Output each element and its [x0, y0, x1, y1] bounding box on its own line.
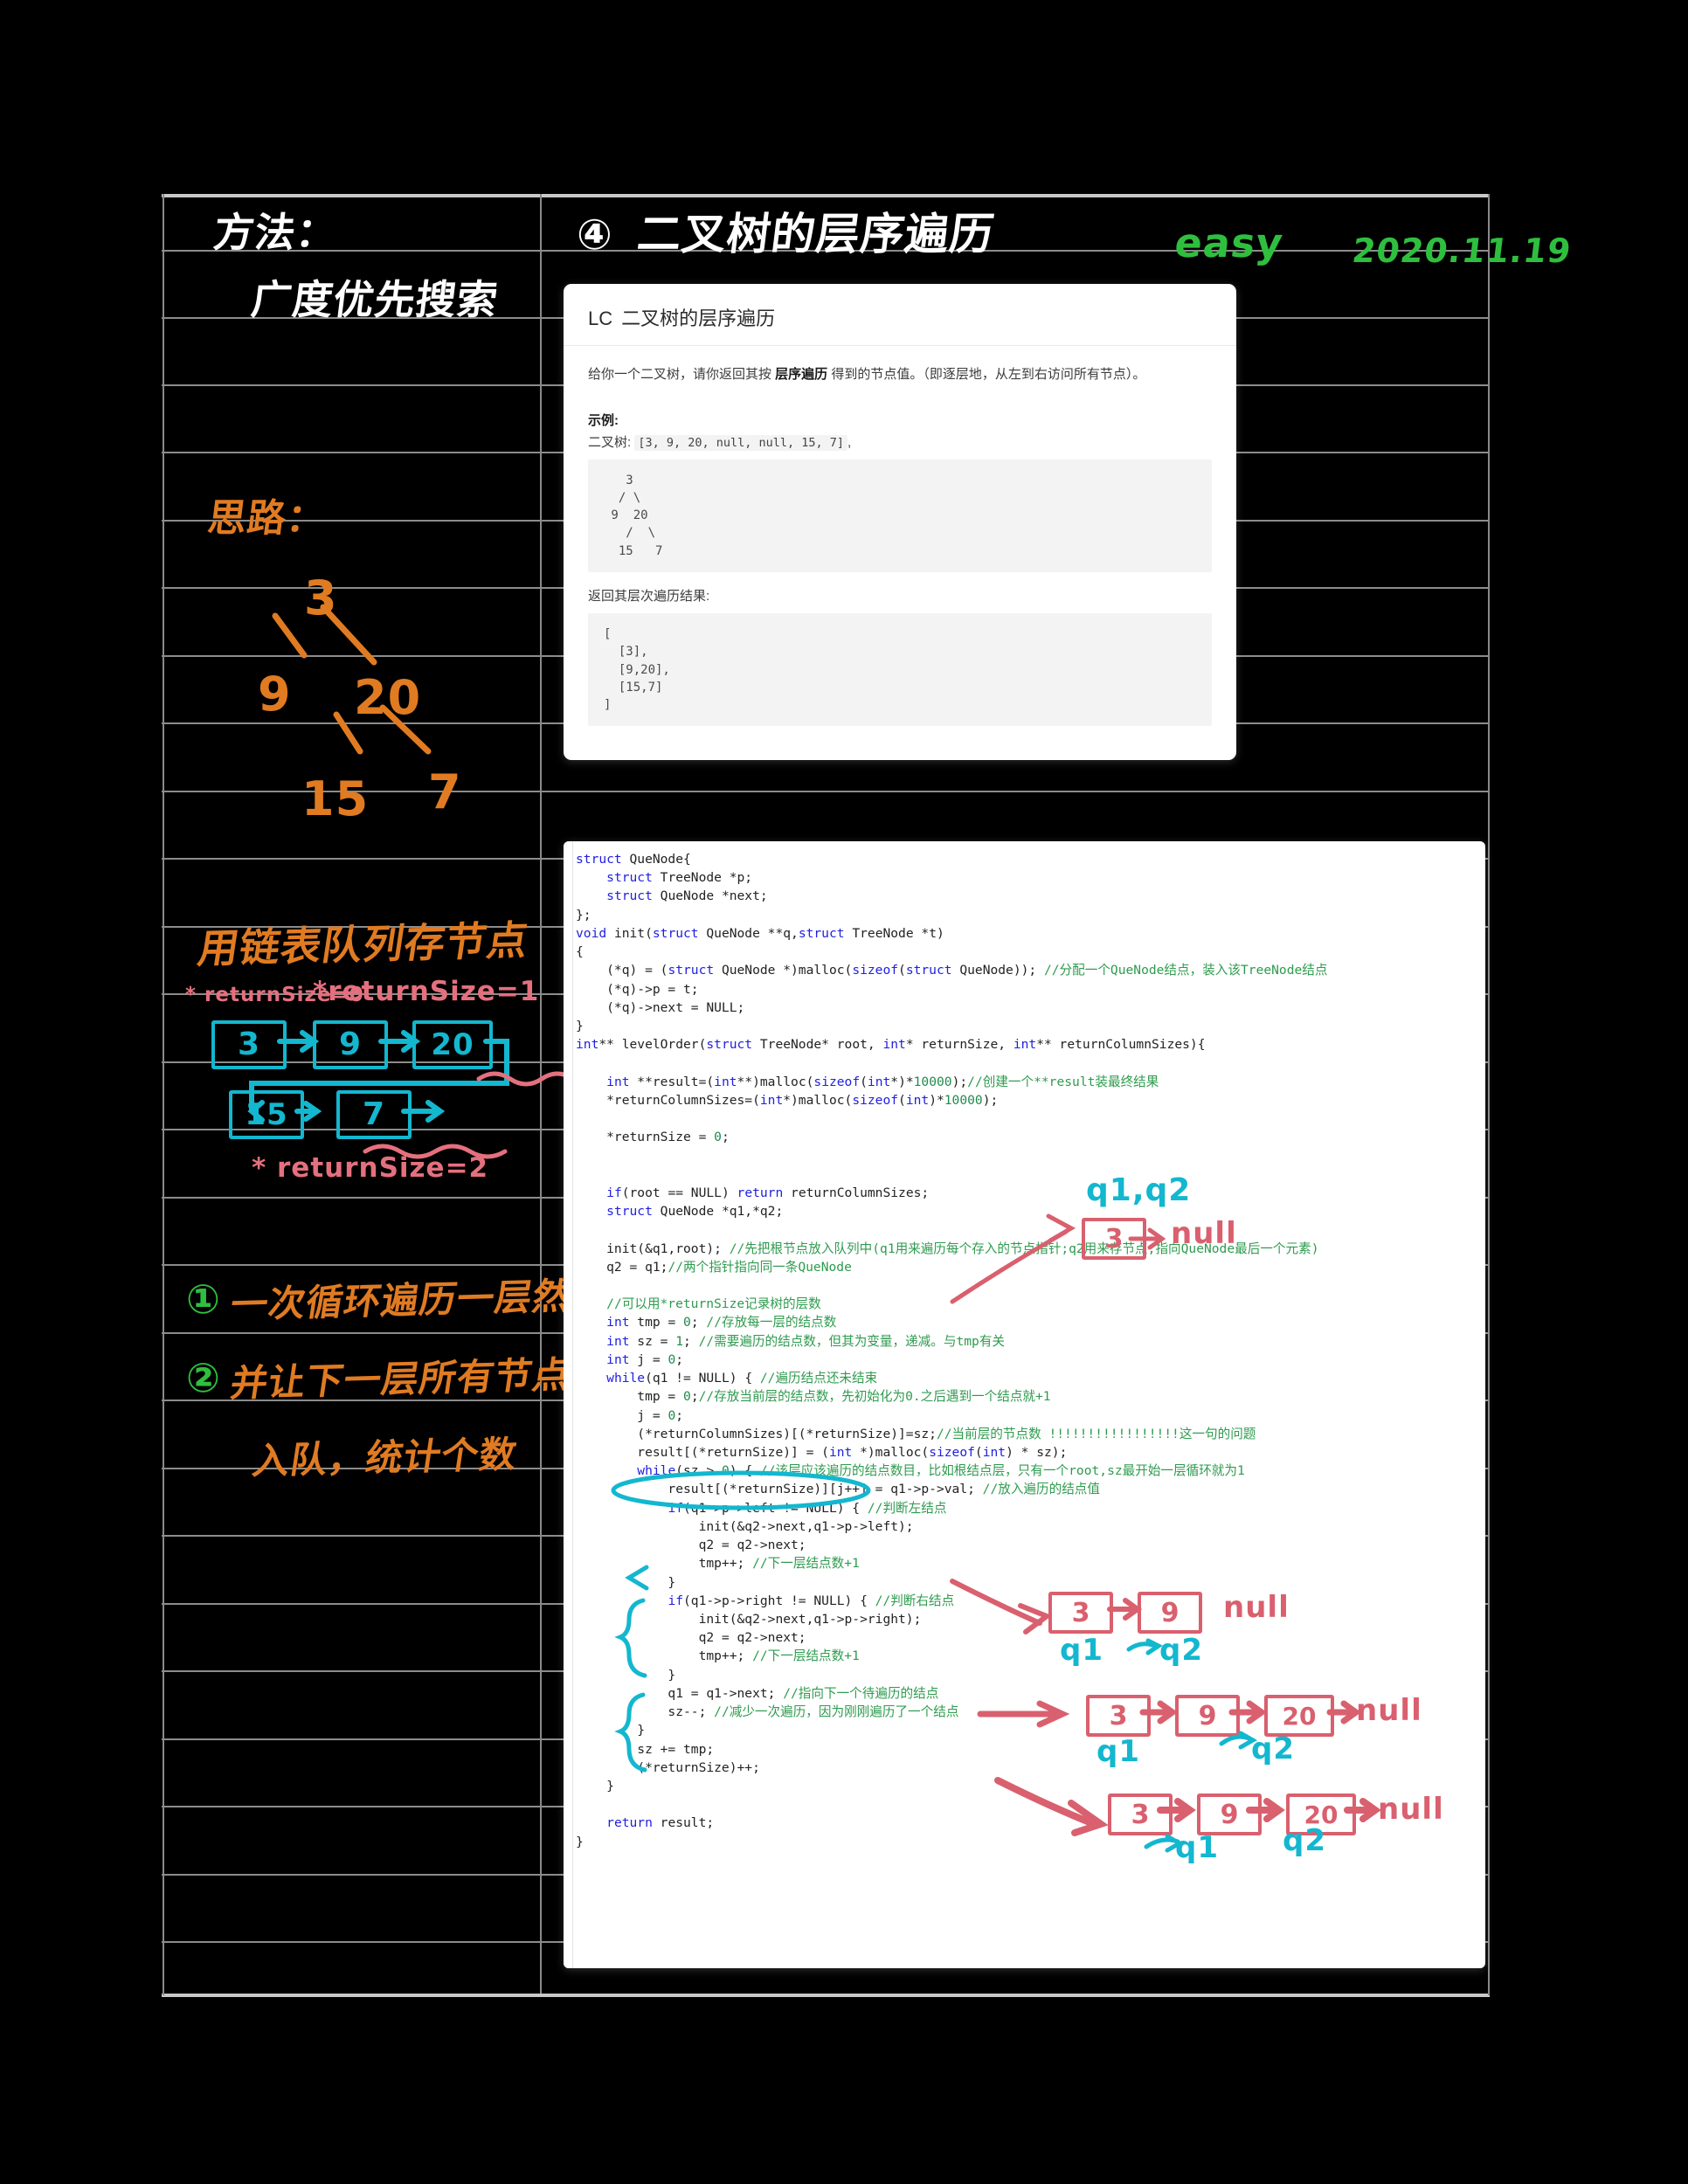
queue-node-20: 20 — [412, 1020, 493, 1069]
rule-line — [162, 194, 1490, 197]
annotation-3-node-20: 20 — [1264, 1695, 1334, 1737]
result-ascii-block: [ [3], [9,20], [15,7] ] — [588, 612, 1212, 727]
leetcode-problem-card: LC 二叉树的层序遍历 给你一个二叉树，请你返回其按 层序遍历 得到的节点值。（即… — [564, 284, 1236, 760]
tree-node-root: 3 — [304, 570, 338, 625]
annotation-4-node-9: 9 — [1197, 1794, 1262, 1835]
queue-node-9: 9 — [313, 1020, 388, 1069]
node-value: 9 — [1160, 1597, 1180, 1628]
annotation-1-node-3: 3 — [1082, 1218, 1146, 1260]
returnsize-1-label: *returnSize=1 — [313, 976, 540, 1007]
node-value: 9 — [1220, 1799, 1239, 1830]
node-value: 20 — [1282, 1701, 1317, 1731]
annotation-3-q1: q1 — [1097, 1734, 1140, 1769]
returnsize-2-label: * returnSize=2 — [252, 1152, 489, 1184]
difficulty-badge: easy — [1172, 219, 1286, 266]
queue-node-7: 7 — [336, 1090, 412, 1139]
node-value: 9 — [1198, 1700, 1217, 1731]
card-body: 给你一个二叉树，请你返回其按 层序遍历 得到的节点值。（即逐层地，从左到右访问所… — [564, 346, 1236, 727]
page-title: 二叉树的层序遍历 — [634, 209, 998, 259]
annotation-2-node-9: 9 — [1138, 1592, 1202, 1634]
tree-array-code: [3, 9, 20, null, null, 15, 7] — [634, 434, 848, 451]
tree-node-right-right: 7 — [428, 764, 462, 819]
page-left-margin — [163, 194, 164, 1995]
queue-node-label: 20 — [431, 1027, 474, 1062]
method-value: 广度优先搜索 — [248, 276, 502, 323]
method-label: 方法： — [211, 209, 341, 256]
card-title-text: 二叉树的层序遍历 — [621, 308, 776, 329]
desc-post: 得到的节点值。（即逐层地，从左到右访问所有节点）。 — [827, 367, 1146, 382]
return-label: 返回其层次遍历结果: — [588, 588, 710, 604]
queue-note: 用链表队列存节点 — [195, 916, 532, 972]
annotation-4-q2: q2 — [1283, 1823, 1326, 1858]
tree-node-right: 20 — [354, 670, 422, 725]
example-label: 示例: — [588, 412, 619, 428]
step-2-text: 并让下一层所有节点 — [227, 1352, 574, 1406]
annotation-4-node-3: 3 — [1108, 1794, 1173, 1835]
tree-node-right-left: 15 — [301, 771, 370, 826]
tree-label: 二叉树: — [588, 434, 632, 450]
date-label: 2020.11.19 — [1350, 232, 1574, 270]
annotation-3-q2: q2 — [1251, 1731, 1295, 1766]
tree-input-line: 二叉树: [3, 9, 20, null, null, 15, 7], — [588, 432, 1212, 451]
queue-node-label: 9 — [338, 1026, 363, 1062]
notebook-page: 方法： 广度优先搜索 思路： 3 9 20 15 7 用链表队列存节点 * re… — [0, 0, 1688, 2184]
step-2-marker: ② — [186, 1354, 221, 1401]
card-title: LC 二叉树的层序遍历 — [564, 284, 1236, 346]
node-value: 3 — [1104, 1223, 1124, 1254]
annotation-2-null: null — [1223, 1590, 1290, 1625]
tree-ascii-block: 3 / \ 9 20 / \ 15 7 — [588, 459, 1212, 572]
code-block: struct QueNode{ struct TreeNode *p; stru… — [576, 852, 1328, 1849]
idea-label: 思路： — [204, 496, 329, 541]
card-source-label: LC — [588, 308, 613, 329]
queue-node-3: 3 — [211, 1020, 287, 1069]
node-value: 3 — [1071, 1597, 1090, 1628]
code-gutter — [564, 841, 573, 1968]
column-divider — [540, 194, 542, 1994]
rule-line — [162, 1994, 1490, 1997]
annotation-4-q1: q1 — [1175, 1830, 1219, 1865]
node-value: 3 — [1109, 1700, 1128, 1731]
queue-node-label: 3 — [237, 1026, 261, 1062]
annotation-4-null: null — [1378, 1792, 1444, 1827]
annotation-2-q2: q2 — [1159, 1633, 1203, 1668]
queue-node-15: 15 — [229, 1090, 304, 1139]
tree-array-suffix: , — [847, 434, 852, 450]
problem-number: ④ — [577, 211, 613, 259]
queue-node-label: 7 — [362, 1096, 386, 1132]
step-1-text: 一次循环遍历一层然 — [227, 1274, 574, 1327]
annotation-3-null: null — [1356, 1693, 1422, 1728]
annotation-1-pointer-labels: q1,q2 — [1086, 1172, 1192, 1208]
node-value: 3 — [1131, 1799, 1150, 1830]
desc-pre: 给你一个二叉树，请你返回其按 — [588, 367, 776, 382]
desc-bold: 层序遍历 — [775, 367, 828, 382]
annotation-3-node-3: 3 — [1086, 1695, 1151, 1737]
problem-description: 给你一个二叉树，请你返回其按 层序遍历 得到的节点值。（即逐层地，从左到右访问所… — [588, 363, 1212, 386]
page-right-margin — [1488, 194, 1490, 1995]
annotation-1-null: null — [1171, 1216, 1237, 1251]
annotation-2-node-3: 3 — [1048, 1592, 1113, 1634]
annotation-3-node-9: 9 — [1175, 1695, 1240, 1737]
queue-node-label: 15 — [245, 1097, 288, 1132]
step-3-text: 入队，统计个数 — [249, 1433, 521, 1482]
step-1-marker: ① — [186, 1275, 221, 1323]
annotation-2-q1: q1 — [1060, 1633, 1103, 1668]
tree-node-left: 9 — [258, 667, 292, 722]
